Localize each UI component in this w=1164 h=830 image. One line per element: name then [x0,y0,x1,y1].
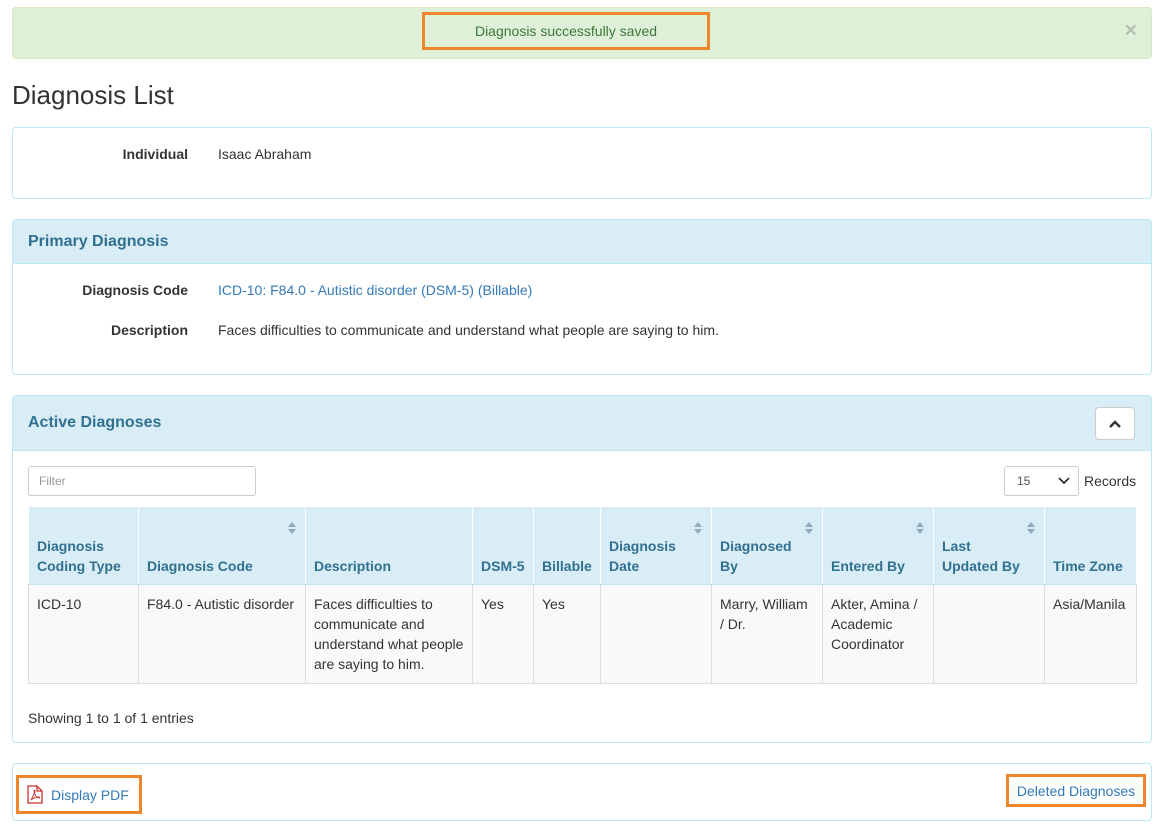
col-diagnosis-code-label: Diagnosis Code [147,558,253,574]
close-icon[interactable]: × [1125,20,1137,41]
sort-icon [805,522,813,534]
deleted-diagnoses-label: Deleted Diagnoses [1016,782,1136,799]
active-diagnoses-panel: Active Diagnoses 15 Records Diagnosis Co… [12,395,1152,743]
sort-icon [916,522,924,534]
diagnoses-table: Diagnosis Coding Type Diagnosis Code Des… [28,506,1137,684]
col-diagnosed-by-label: Diagnosed By [720,538,792,574]
display-pdf-button[interactable]: Display PDF [16,775,142,814]
active-diagnoses-title: Active Diagnoses [28,414,162,431]
description-row: Description Faces difficulties to commun… [13,322,719,338]
primary-diagnosis-panel: Primary Diagnosis Diagnosis Code ICD-10:… [12,219,1152,375]
individual-row: Individual Isaac Abraham [13,146,312,162]
cell-diagnosis-code: F84.0 - Autistic disorder [138,584,306,684]
individual-value: Isaac Abraham [218,146,312,162]
primary-diagnosis-heading: Primary Diagnosis [13,220,1151,264]
cell-coding-type: ICD-10 [28,584,139,684]
alert-message: Diagnosis successfully saved [422,12,710,50]
filter-input[interactable] [28,466,256,496]
chevron-up-icon [1109,419,1121,428]
cell-description: Faces difficulties to communicate and un… [305,584,473,684]
col-dsm5[interactable]: DSM-5 [472,506,534,585]
display-pdf-label: Display PDF [51,786,129,803]
cell-time-zone: Asia/Manila [1044,584,1137,684]
page-title: Diagnosis List [12,80,174,110]
cell-entered-by: Akter, Amina / Academic Coordinator [822,584,934,684]
pdf-file-icon [27,785,43,804]
col-time-zone[interactable]: Time Zone [1044,506,1137,585]
description-value: Faces difficulties to communicate and un… [218,322,719,338]
cell-dsm5: Yes [472,584,534,684]
records-label: Records [1084,473,1137,489]
col-entered-by[interactable]: Entered By [822,506,934,585]
table-header-row: Diagnosis Coding Type Diagnosis Code Des… [28,506,1137,585]
collapse-button[interactable] [1095,407,1135,440]
records-select-value: 15 [1017,474,1031,488]
diagnosis-code-link[interactable]: ICD-10: F84.0 - Autistic disorder (DSM-5… [218,282,532,298]
success-alert: Diagnosis successfully saved × [12,7,1152,59]
cell-last-updated-by [933,584,1045,684]
col-description[interactable]: Description [305,506,473,585]
col-last-updated-by-label: Last Updated By [942,538,1020,574]
col-coding-type[interactable]: Diagnosis Coding Type [28,506,139,585]
col-diagnosis-date[interactable]: Diagnosis Date [600,506,712,585]
actions-panel: Display PDF Deleted Diagnoses [12,763,1152,821]
diagnosis-code-label: Diagnosis Code [82,282,188,298]
individual-panel: Individual Isaac Abraham [12,127,1152,199]
sort-icon [288,522,296,534]
cell-diagnosis-date [600,584,712,684]
description-label: Description [110,322,188,338]
col-entered-by-label: Entered By [831,558,905,574]
deleted-diagnoses-button[interactable]: Deleted Diagnoses [1006,774,1146,807]
individual-label: Individual [122,146,188,162]
records-select[interactable]: 15 [1004,466,1079,496]
col-diagnosis-code[interactable]: Diagnosis Code [138,506,306,585]
showing-entries: Showing 1 to 1 of 1 entries [28,710,194,726]
cell-diagnosed-by: Marry, William / Dr. [711,584,823,684]
sort-icon [694,522,702,534]
col-billable[interactable]: Billable [533,506,601,585]
col-diagnosis-date-label: Diagnosis Date [609,538,676,574]
chevron-down-icon [1058,477,1070,485]
table-row[interactable]: ICD-10 F84.0 - Autistic disorder Faces d… [28,584,1137,684]
sort-icon [1027,522,1035,534]
active-diagnoses-heading: Active Diagnoses [13,396,1151,451]
cell-billable: Yes [533,584,601,684]
diagnosis-code-row: Diagnosis Code ICD-10: F84.0 - Autistic … [13,282,532,298]
col-diagnosed-by[interactable]: Diagnosed By [711,506,823,585]
col-last-updated-by[interactable]: Last Updated By [933,506,1045,585]
